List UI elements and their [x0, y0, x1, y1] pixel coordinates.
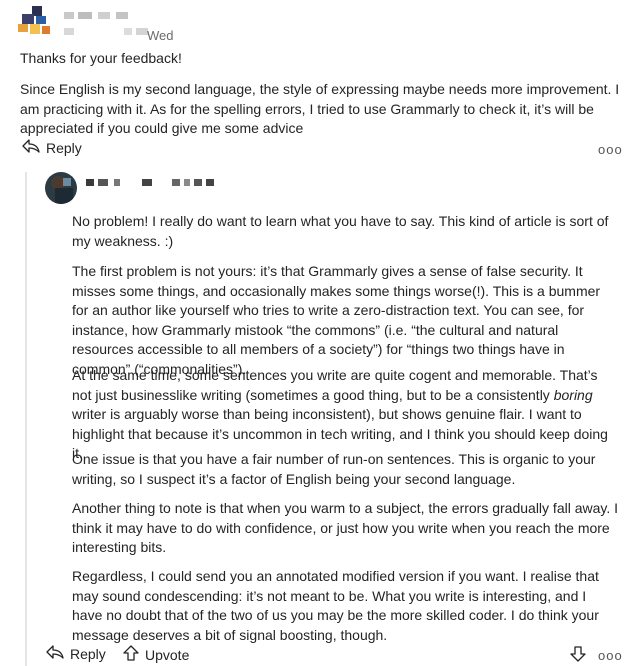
comment2-paragraph-2: The first problem is not yours: it’s tha… [72, 263, 601, 377]
comment2-more-options[interactable]: ooo [598, 648, 623, 663]
p3-emphasis: boring [553, 386, 593, 403]
reply-arrow-icon [22, 139, 40, 156]
comment1-body: Since English is my second language, the… [20, 81, 620, 136]
upvote-arrow-icon [123, 645, 139, 664]
upvote-label: Upvote [145, 646, 190, 663]
reply-label: Reply [46, 139, 82, 156]
p3-before: At the same time, some sentences you wri… [72, 367, 598, 403]
comment2-upvote-button[interactable]: Upvote [123, 645, 189, 664]
reply-label: Reply [70, 645, 106, 662]
comment1-avatar[interactable] [18, 6, 58, 40]
comment2-author-name[interactable] [86, 179, 226, 187]
comment2-paragraph-1: No problem! I really do want to learn wh… [72, 213, 609, 249]
downvote-arrow-icon [570, 646, 586, 665]
comment2-downvote-button[interactable] [570, 646, 586, 665]
comment2-reply-button[interactable]: Reply [46, 645, 106, 662]
comment2-paragraph-4: One issue is that you have a fair number… [72, 451, 596, 487]
comment1-author-name[interactable] [64, 12, 134, 20]
comment2-paragraph-5: Another thing to note is that when you w… [72, 500, 619, 555]
comment2-paragraph-3: At the same time, some sentences you wri… [72, 366, 620, 464]
comment1-more-options[interactable]: ooo [598, 142, 623, 157]
thread-line [25, 172, 27, 666]
comment1-date: Wed [147, 28, 174, 43]
comment2-avatar[interactable] [45, 172, 77, 204]
comment2-paragraph-6: Regardless, I could send you an annotate… [72, 568, 599, 643]
comment1-greeting: Thanks for your feedback! [20, 50, 182, 66]
reply-arrow-icon [46, 645, 64, 662]
comment1-reply-button[interactable]: Reply [22, 139, 82, 156]
